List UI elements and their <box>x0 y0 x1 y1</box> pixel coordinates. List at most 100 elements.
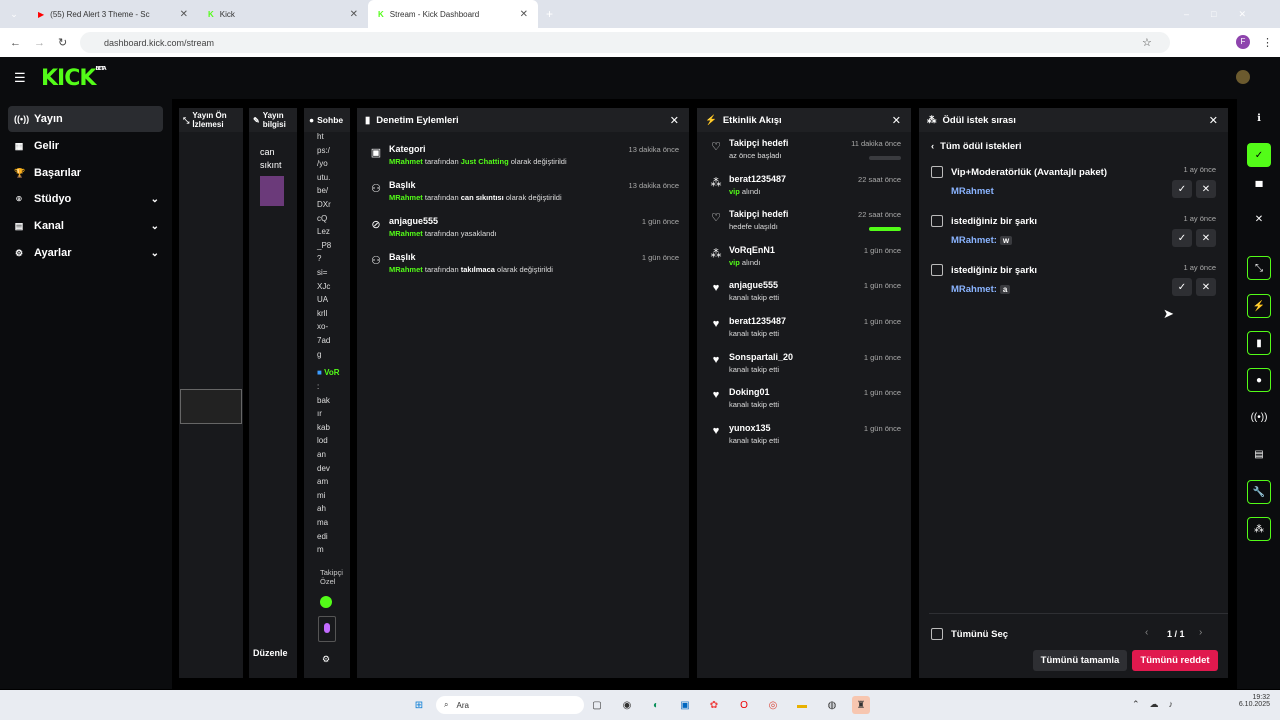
taskbar-clock[interactable]: 19:32 6.10.2025 <box>1232 694 1270 708</box>
moderation-row: ▣ Kategori MRahmet tarafından Just Chattin… <box>357 140 689 176</box>
username[interactable]: MRahmet <box>389 229 423 238</box>
mic-icon[interactable] <box>318 616 336 642</box>
reward-request-row: istediğiniz bir şarkı MRahmet: a 1 ay önce ✓… <box>919 258 1228 307</box>
chevron-left-icon[interactable]: ‹ <box>1145 627 1148 638</box>
edge-icon[interactable]: ◐ <box>647 696 665 714</box>
wrench-icon[interactable]: 🔧 <box>1247 480 1271 504</box>
close-icon[interactable]: ✕ <box>180 9 188 20</box>
reject-button[interactable]: ✕ <box>1196 180 1216 198</box>
username[interactable]: MRahmet: <box>951 235 997 246</box>
hamburger-menu-icon[interactable]: ☰ <box>14 70 26 86</box>
profile-avatar[interactable]: F <box>1236 35 1250 49</box>
sidebar-item-kanal[interactable]: ▤ Kanal ⌄ <box>8 213 163 239</box>
kick-logo[interactable]: KICKBETA <box>41 66 107 91</box>
menu-dots-icon[interactable]: ⋮ <box>1262 36 1273 49</box>
task-view-icon[interactable]: ▢ <box>588 696 606 714</box>
chat-text-line: 7ad <box>317 335 331 345</box>
stack-icon[interactable]: ▤ <box>1247 442 1271 466</box>
tab-list-icon[interactable]: ⌄ <box>0 9 28 20</box>
heart-icon: ♥ <box>712 317 720 330</box>
activity-title: VoRqEnN1 <box>729 244 775 255</box>
obs-icon[interactable]: ◍ <box>823 696 841 714</box>
close-icon[interactable]: ✕ <box>1247 207 1271 231</box>
bookmark-star-icon[interactable]: ☆ <box>1142 36 1152 49</box>
reward-request-row: Vip+Moderatörlük (Avantajlı paket) MRahme… <box>919 160 1228 209</box>
sidebar-item-ayarlar[interactable]: ⚙ Ayarlar ⌄ <box>8 240 163 266</box>
new-tab-icon[interactable]: + <box>546 7 553 21</box>
chat-icon[interactable]: ● <box>1247 368 1271 392</box>
reject-button[interactable]: ✕ <box>1196 229 1216 247</box>
windows-start-icon[interactable]: ⊞ <box>410 696 428 714</box>
back-to-all-rewards[interactable]: ‹ Tüm ödül istekleri <box>919 132 1228 160</box>
goal-progress-fill <box>869 227 901 232</box>
taskbar-search[interactable]: ⌕ Ara <box>436 696 584 714</box>
lightning-icon[interactable]: ⚡ <box>1247 294 1271 318</box>
copilot-icon[interactable]: ✿ <box>705 696 723 714</box>
window-controls[interactable]: –□✕ <box>1184 9 1268 20</box>
chat-text-line: ah <box>317 504 326 514</box>
username[interactable]: MRahmet <box>389 265 423 274</box>
chat-text-line: Lez <box>317 227 330 237</box>
reward-icon[interactable]: ⁂ <box>1247 517 1271 541</box>
browser-tab-youtube[interactable]: ▶ (55) Red Alert 3 Theme - Sc ✕ <box>28 0 198 28</box>
sidebar-item-gelir[interactable]: ▦ Gelir <box>8 133 163 159</box>
reject-button[interactable]: ✕ <box>1196 278 1216 296</box>
chrome-icon[interactable]: ◎ <box>764 696 782 714</box>
folder-icon[interactable]: ▬ <box>793 696 811 714</box>
game-icon[interactable]: ♜ <box>852 696 870 714</box>
sidebar-item-basarilar[interactable]: 🏆 Başarılar <box>8 160 163 186</box>
approve-button[interactable]: ✓ <box>1172 229 1192 247</box>
broadcast-icon[interactable]: ((•)) <box>1247 405 1271 429</box>
edit-button[interactable]: Düzenle <box>253 648 288 658</box>
browser-tab-kick[interactable]: K Kick ✕ <box>198 0 368 28</box>
opera-icon[interactable]: O <box>735 696 753 714</box>
approve-button[interactable]: ✓ <box>1172 278 1192 296</box>
store-icon[interactable]: ▣ <box>676 696 694 714</box>
close-icon[interactable]: ✕ <box>1209 114 1218 127</box>
checkmark-icon[interactable]: ✓ <box>1247 143 1271 167</box>
reload-icon[interactable]: ↻ <box>58 36 67 49</box>
close-icon[interactable]: ✕ <box>670 114 679 127</box>
request-checkbox[interactable] <box>931 215 943 227</box>
emote-icon[interactable] <box>320 596 332 608</box>
chat-text-line: be/ <box>317 186 329 196</box>
select-all-checkbox[interactable] <box>931 628 943 640</box>
system-tray-icons[interactable]: ⌃☁♪ <box>1132 699 1183 710</box>
activity-subtitle: vip alındı <box>729 257 761 267</box>
timestamp: 1 gün önce <box>863 245 901 255</box>
back-icon[interactable]: ← <box>10 37 21 49</box>
settings-icon[interactable]: ⚙ <box>322 654 330 665</box>
approve-button[interactable]: ✓ <box>1172 180 1192 198</box>
app-icon[interactable]: ◉ <box>618 696 636 714</box>
activity-title: yunox135 <box>729 422 771 433</box>
request-checkbox[interactable] <box>931 264 943 276</box>
browser-tab-dashboard[interactable]: K Stream - Kick Dashboard ✕ <box>368 0 538 28</box>
close-icon[interactable]: ✕ <box>350 9 358 20</box>
document-icon[interactable]: ▮ <box>1247 331 1271 355</box>
goal-progress-bar <box>869 227 901 232</box>
reject-all-button[interactable]: Tümünü reddet <box>1132 650 1218 671</box>
preview-icon[interactable]: ⤡ <box>1247 256 1271 280</box>
close-icon[interactable]: ✕ <box>892 114 901 127</box>
user-avatar[interactable] <box>1236 70 1250 84</box>
mouse-cursor: ➤ <box>1163 306 1174 321</box>
info-icon[interactable]: ℹ <box>1247 106 1271 130</box>
chevron-down-icon: ⌄ <box>150 247 159 259</box>
stream-preview-thumbnail[interactable] <box>180 389 242 424</box>
action-suffix: olarak değiştirildi <box>510 157 567 166</box>
layout-icon[interactable]: ▀ <box>1247 175 1271 199</box>
chevron-right-icon[interactable]: › <box>1199 627 1202 638</box>
forward-icon[interactable]: → <box>34 37 45 49</box>
request-checkbox[interactable] <box>931 166 943 178</box>
username[interactable]: MRahmet <box>389 157 423 166</box>
sidebar-item-studyo[interactable]: ⌾ Stüdyo ⌄ <box>8 186 163 212</box>
username[interactable]: MRahmet: <box>951 284 997 295</box>
username[interactable]: MRahmet <box>951 186 994 197</box>
timestamp: 1 gün önce <box>641 217 679 226</box>
address-bar[interactable]: dashboard.kick.com/stream <box>80 32 1170 53</box>
close-icon[interactable]: ✕ <box>520 9 528 20</box>
sidebar-item-yayin[interactable]: ((•)) Yayın <box>8 106 163 132</box>
complete-all-button[interactable]: Tümünü tamamla <box>1033 650 1127 671</box>
username[interactable]: MRahmet <box>389 193 423 202</box>
sidebar: ((•)) Yayın ▦ Gelir 🏆 Başarılar ⌾ Stüdyo ⌄ ▤ K… <box>0 99 172 689</box>
